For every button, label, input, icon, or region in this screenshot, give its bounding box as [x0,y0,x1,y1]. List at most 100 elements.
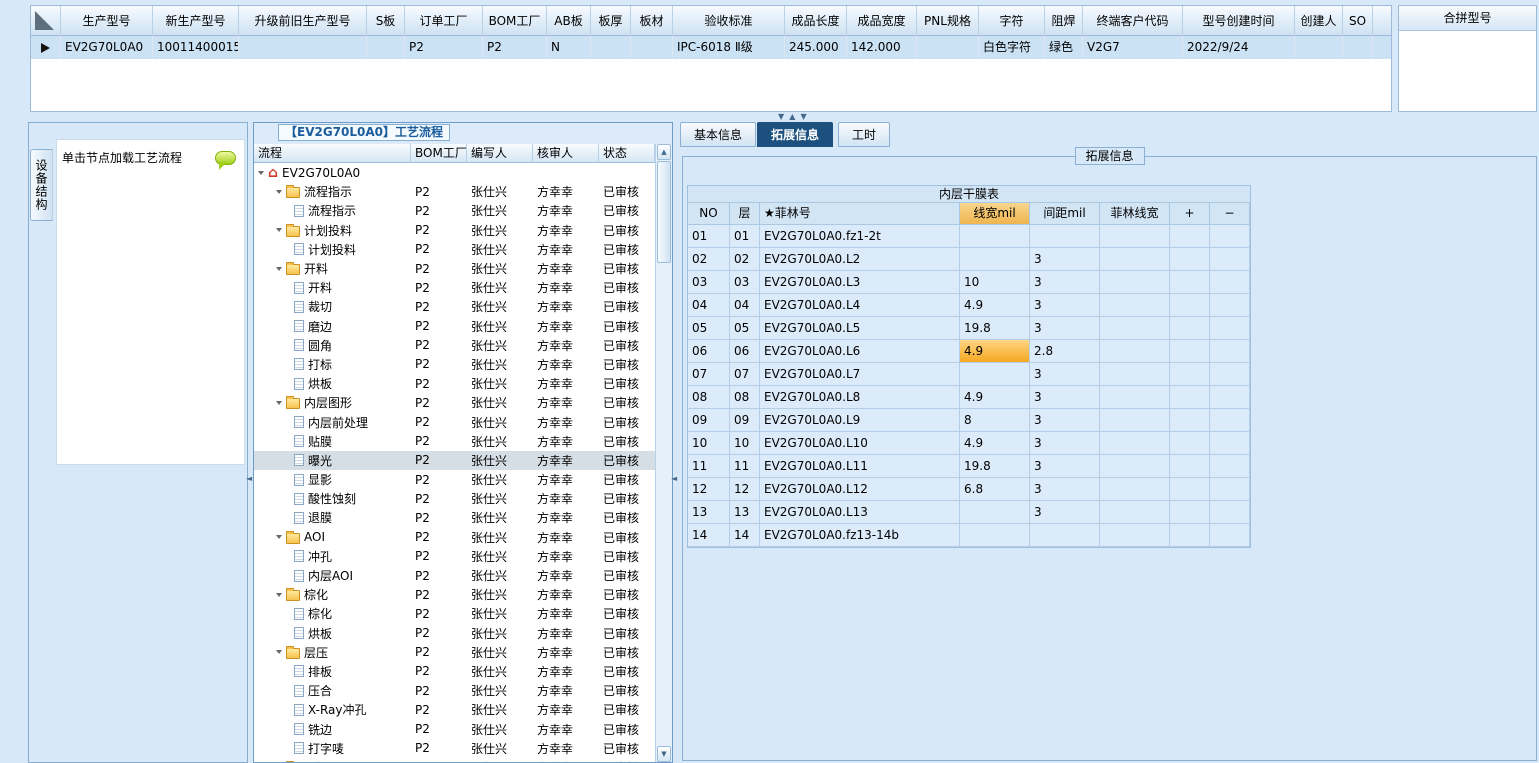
film-table-cell[interactable]: 13 [730,501,760,524]
scroll-down-icon[interactable] [657,746,671,762]
film-table-cell[interactable]: 10 [688,432,730,455]
product-grid-cell[interactable]: IPC-6018 Ⅱ级 [673,36,785,59]
film-table-cell[interactable] [1210,501,1250,524]
product-grid-column-header[interactable]: 阻焊 [1045,6,1083,36]
product-grid-cell[interactable] [1343,36,1373,59]
film-table-cell[interactable] [960,363,1030,386]
film-table-cell[interactable]: 04 [688,294,730,317]
film-table-row[interactable]: 10 10 EV2G70L0A0.L10 4.9 3 [688,432,1250,455]
film-table-row[interactable]: 12 12 EV2G70L0A0.L12 6.8 3 [688,478,1250,501]
tab-work-hours[interactable]: 工时 [838,122,891,147]
film-table-cell[interactable]: 13 [688,501,730,524]
film-table-cell[interactable]: EV2G70L0A0.L10 [760,432,960,455]
film-table-cell[interactable] [1210,225,1250,248]
film-table-cell[interactable] [1100,225,1170,248]
film-table-cell[interactable] [1210,317,1250,340]
film-table-row[interactable]: 04 04 EV2G70L0A0.L4 4.9 3 [688,294,1250,317]
film-table-cell[interactable]: 08 [688,386,730,409]
film-table-cell[interactable] [1170,501,1210,524]
film-table-cell[interactable]: 3 [1030,455,1100,478]
film-table-cell[interactable]: EV2G70L0A0.L2 [760,248,960,271]
film-table-cell[interactable]: 09 [688,409,730,432]
film-table-cell[interactable] [1170,317,1210,340]
film-table-cell[interactable]: 06 [730,340,760,363]
film-table-cell[interactable] [1170,432,1210,455]
product-grid-cell[interactable] [1295,36,1343,59]
select-all-corner[interactable] [31,6,61,36]
tree-node[interactable]: 曝光 P2 张仕兴 方幸幸 已审核 [254,450,655,470]
film-table-cell[interactable]: 03 [688,271,730,294]
film-table-cell[interactable] [960,524,1030,547]
tree-node[interactable]: X-Ray冲孔 P2 张仕兴 方幸幸 已审核 [254,700,655,719]
tree-node[interactable]: 烘板 P2 张仕兴 方幸幸 已审核 [254,624,655,643]
tab-basic-info[interactable]: 基本信息 [680,122,757,147]
product-grid-cell[interactable]: 2022/9/24 [1183,36,1295,59]
film-table-cell[interactable]: EV2G70L0A0.L11 [760,455,960,478]
film-table-cell[interactable] [1170,225,1210,248]
film-table-cell[interactable] [1170,248,1210,271]
film-table-cell[interactable] [1210,294,1250,317]
flow-column-header[interactable]: 编写人 [467,144,533,163]
tree-node[interactable]: 磨边 P2 张仕兴 方幸幸 已审核 [254,317,655,336]
film-table-cell[interactable]: 3 [1030,363,1100,386]
film-table-cell[interactable]: 19.8 [960,317,1030,340]
film-table-cell[interactable] [1170,478,1210,501]
film-table-cell[interactable]: 3 [1030,294,1100,317]
film-table-cell[interactable]: 3 [1030,317,1100,340]
film-table-cell[interactable]: 8 [960,409,1030,432]
product-grid-cell[interactable]: EV2G70L0A0 [61,36,153,59]
film-table-cell[interactable] [1100,317,1170,340]
film-table-cell[interactable] [1030,225,1100,248]
film-table-row[interactable]: 05 05 EV2G70L0A0.L5 19.8 3 [688,317,1250,340]
film-table-cell[interactable]: EV2G70L0A0.L5 [760,317,960,340]
film-table-cell[interactable]: 08 [730,386,760,409]
film-table-row[interactable]: 06 06 EV2G70L0A0.L6 4.9 2.8 [688,340,1250,363]
product-grid-cell[interactable] [631,36,673,59]
film-table-cell[interactable]: 3 [1030,271,1100,294]
film-table-cell[interactable]: EV2G70L0A0.L7 [760,363,960,386]
product-grid-column-header[interactable]: 字符 [979,6,1045,36]
film-table-cell[interactable]: EV2G70L0A0.L3 [760,271,960,294]
film-table-cell[interactable]: 06 [688,340,730,363]
film-table-cell[interactable]: 02 [688,248,730,271]
film-table-cell[interactable]: 3 [1030,432,1100,455]
film-table-cell[interactable]: 11 [688,455,730,478]
collapse-left-icon[interactable] [246,474,252,483]
film-table-cell[interactable]: 3 [1030,409,1100,432]
product-grid-cell[interactable]: P2 [405,36,483,59]
film-table-cell[interactable]: 19.8 [960,455,1030,478]
product-grid-column-header[interactable]: 成品宽度 [847,6,917,36]
tree-node[interactable]: 酸性蚀刻 P2 张仕兴 方幸幸 已审核 [254,489,655,508]
flow-column-header[interactable]: 状态 [599,144,655,163]
tree-node[interactable]: 层压 P2 张仕兴 方幸幸 已审核 [254,643,655,662]
film-table-row[interactable]: 02 02 EV2G70L0A0.L2 3 [688,248,1250,271]
product-grid-cell[interactable]: V2G7 [1083,36,1183,59]
tree-node[interactable]: 开料 P2 张仕兴 方幸幸 已审核 [254,278,655,297]
film-table-cell[interactable]: EV2G70L0A0.fz1-2t [760,225,960,248]
expander-icon[interactable] [276,228,282,233]
tree-node[interactable]: 显影 P2 张仕兴 方幸幸 已审核 [254,470,655,489]
film-table-cell[interactable]: 6.8 [960,478,1030,501]
film-table-cell[interactable]: EV2G70L0A0.L12 [760,478,960,501]
product-grid-column-header[interactable]: 板厚 [591,6,631,36]
product-grid-column-header[interactable]: BOM工厂 [483,6,547,36]
product-grid-cell[interactable]: 绿色 [1045,36,1083,59]
film-table-cell[interactable] [1170,386,1210,409]
product-grid-column-header[interactable]: S板 [367,6,405,36]
film-table-cell[interactable]: 4.9 [960,386,1030,409]
expander-icon[interactable] [276,592,282,597]
film-table-cell[interactable]: EV2G70L0A0.L4 [760,294,960,317]
film-table-cell[interactable] [1100,478,1170,501]
film-table-cell[interactable] [1210,340,1250,363]
film-table-row[interactable]: 11 11 EV2G70L0A0.L11 19.8 3 [688,455,1250,478]
collapse-left-icon[interactable] [671,474,677,483]
tree-node[interactable]: 内层AOI P2 张仕兴 方幸幸 已审核 [254,566,655,585]
tree-node[interactable]: 排板 P2 张仕兴 方幸幸 已审核 [254,662,655,681]
film-table-row[interactable]: 03 03 EV2G70L0A0.L3 10 3 [688,271,1250,294]
horizontal-splitter[interactable] [0,112,1539,122]
product-grid-column-header[interactable]: 新生产型号 [153,6,239,36]
film-table-action-header[interactable]: − [1210,203,1250,225]
film-table-cell[interactable]: 3 [1030,248,1100,271]
tree-node[interactable]: 流程指示 P2 张仕兴 方幸幸 已审核 [254,182,655,201]
film-table-cell[interactable]: 2.8 [1030,340,1100,363]
